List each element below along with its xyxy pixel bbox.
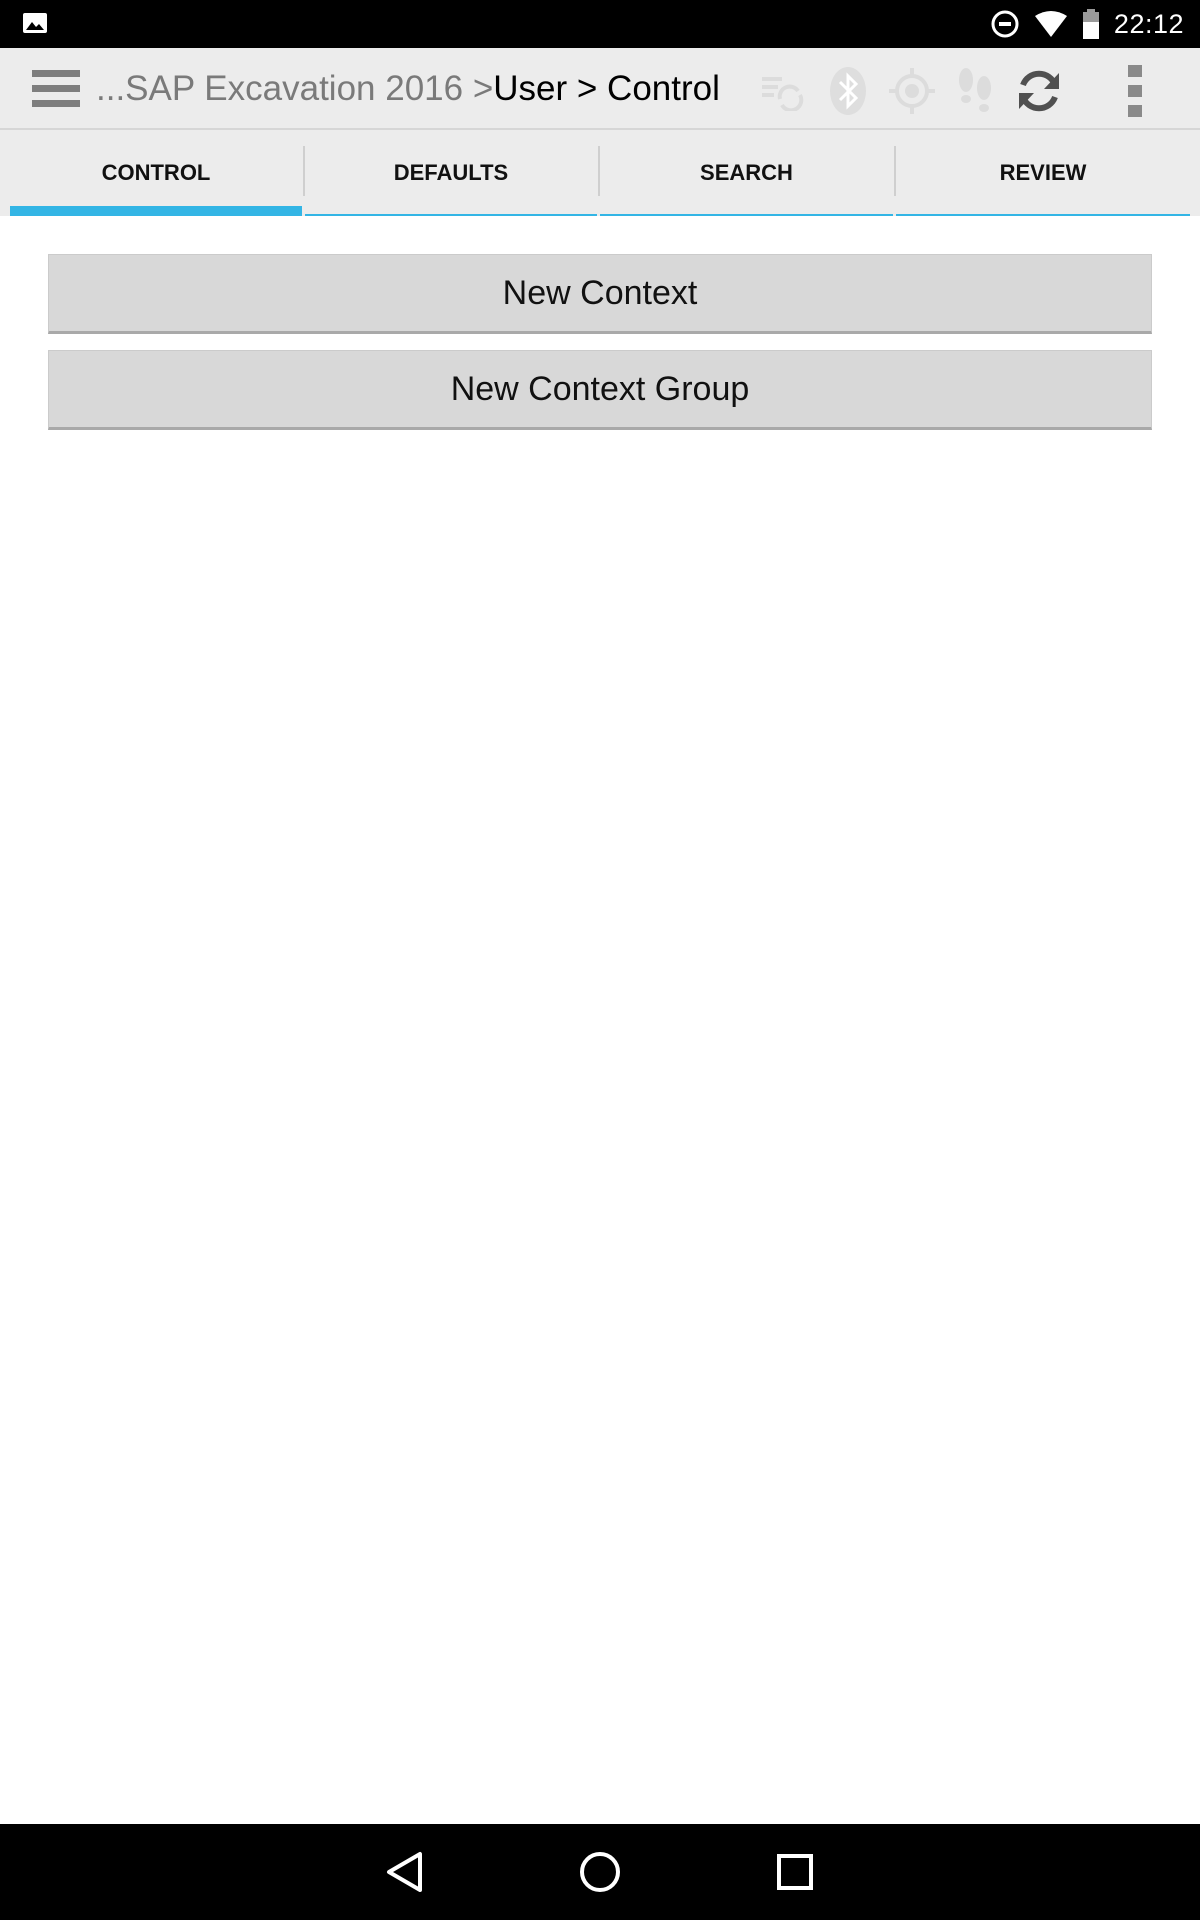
app-screen: 22:12 ...SAP Excavation 2016 > User > Co… (0, 0, 1200, 1920)
status-time: 22:12 (1113, 8, 1184, 39)
tab-defaults-label: DEFAULTS (393, 160, 509, 185)
menu-icon[interactable] (28, 68, 84, 110)
navigation-bar (0, 1824, 1200, 1920)
tab-review[interactable]: REVIEW (896, 130, 1190, 216)
recents-icon[interactable] (765, 1844, 825, 1900)
new-context-group-button[interactable]: New Context Group (48, 350, 1152, 430)
wifi-icon (1034, 11, 1067, 37)
breadcrumb-current: User > Control (493, 69, 720, 108)
overflow-menu-icon[interactable] (1110, 65, 1160, 117)
tab-review-label: REVIEW (999, 160, 1087, 185)
tab-bar: CONTROL DEFAULTS SEARCH REVIEW (0, 130, 1200, 216)
gallery-notification-icon (23, 13, 47, 33)
do-not-disturb-icon (991, 10, 1019, 38)
status-icons: 22:12 (990, 0, 1184, 48)
status-bar: 22:12 (0, 0, 1200, 48)
breadcrumb-prefix[interactable]: ...SAP Excavation 2016 > (96, 69, 493, 109)
tab-control[interactable]: CONTROL (10, 130, 302, 216)
tab-control-indicator (10, 206, 302, 216)
tab-defaults[interactable]: DEFAULTS (305, 130, 597, 216)
battery-icon (1082, 9, 1099, 39)
breadcrumb: ...SAP Excavation 2016 > User > Control (96, 48, 720, 130)
gps-icon[interactable] (887, 66, 937, 116)
tab-control-label: CONTROL (101, 160, 211, 185)
new-context-button[interactable]: New Context (48, 254, 1152, 334)
main-content: New Context New Context Group (10, 216, 1190, 1824)
home-icon[interactable] (570, 1844, 630, 1900)
action-bar: ...SAP Excavation 2016 > User > Control (0, 48, 1200, 130)
footsteps-icon[interactable] (950, 66, 1000, 116)
back-icon[interactable] (374, 1844, 434, 1900)
tab-search[interactable]: SEARCH (600, 130, 893, 216)
tab-search-label: SEARCH (700, 160, 793, 185)
bluetooth-icon[interactable] (823, 66, 873, 116)
refresh-icon[interactable] (1014, 66, 1064, 116)
sync-list-icon[interactable] (757, 66, 807, 116)
